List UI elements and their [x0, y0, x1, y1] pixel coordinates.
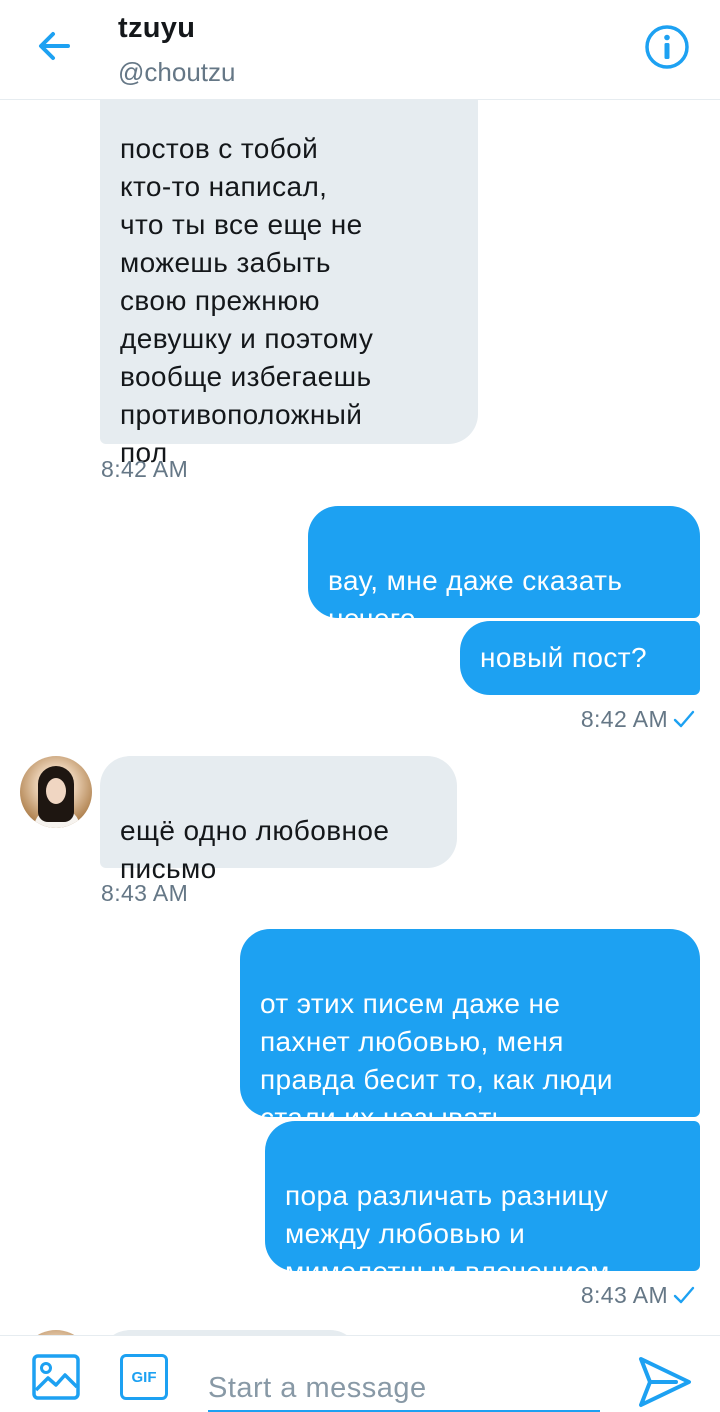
message-text: от этих писем даже не пахнет любовью, ме…: [260, 988, 613, 1133]
image-icon: [32, 1354, 80, 1400]
message-timestamp: 8:42 AM: [101, 456, 189, 482]
conversation-title: tzuyu: [118, 12, 196, 44]
message-bubble-outgoing[interactable]: от этих писем даже не пахнет любовью, ме…: [240, 929, 700, 1133]
message-bubble-incoming[interactable]: ещё одно любовное письмо: [100, 756, 457, 884]
back-button[interactable]: [30, 22, 78, 70]
message-timestamp: 8:43 AM: [580, 1282, 668, 1308]
read-check-icon: [673, 710, 695, 728]
conversation-title-block[interactable]: tzuyu @choutzu: [118, 12, 235, 88]
message-text: постов с тобой кто-то написал, что ты вс…: [120, 133, 374, 468]
message-bubble-outgoing[interactable]: вау, мне даже сказать нечего: [308, 506, 700, 634]
conversation-header: tzuyu @choutzu: [0, 0, 720, 100]
send-icon: [639, 1357, 691, 1407]
message-bubble-outgoing[interactable]: пора различать разницу между любовью и м…: [265, 1121, 700, 1287]
conversation-handle: @choutzu: [118, 57, 236, 87]
gif-button[interactable]: GIF: [120, 1354, 168, 1400]
message-timestamp: 8:43 AM: [101, 880, 189, 906]
avatar[interactable]: [20, 756, 92, 828]
info-button[interactable]: [644, 24, 690, 70]
message-bubble-outgoing[interactable]: новый пост?: [460, 621, 700, 695]
send-button[interactable]: [636, 1354, 694, 1410]
read-check-icon: [673, 1286, 695, 1304]
message-timestamp: 8:42 AM: [580, 706, 668, 732]
gif-icon: GIF: [131, 1368, 157, 1386]
message-text: пора различать разницу между любовью и м…: [285, 1180, 610, 1287]
info-icon: [645, 25, 689, 69]
add-photo-button[interactable]: [32, 1354, 80, 1400]
message-bubble-incoming[interactable]: постов с тобой кто-то написал, что ты вс…: [100, 100, 478, 468]
message-text: ещё одно любовное письмо: [120, 815, 390, 884]
dm-screen: tzuyu @choutzu постов с тобой кто-то нап…: [0, 0, 720, 1412]
message-list[interactable]: постов с тобой кто-то написал, что ты вс…: [0, 100, 720, 1335]
message-composer: GIF: [0, 1335, 720, 1412]
back-arrow-icon: [39, 32, 70, 60]
message-text: новый пост?: [480, 642, 647, 673]
message-input[interactable]: [208, 1366, 600, 1412]
